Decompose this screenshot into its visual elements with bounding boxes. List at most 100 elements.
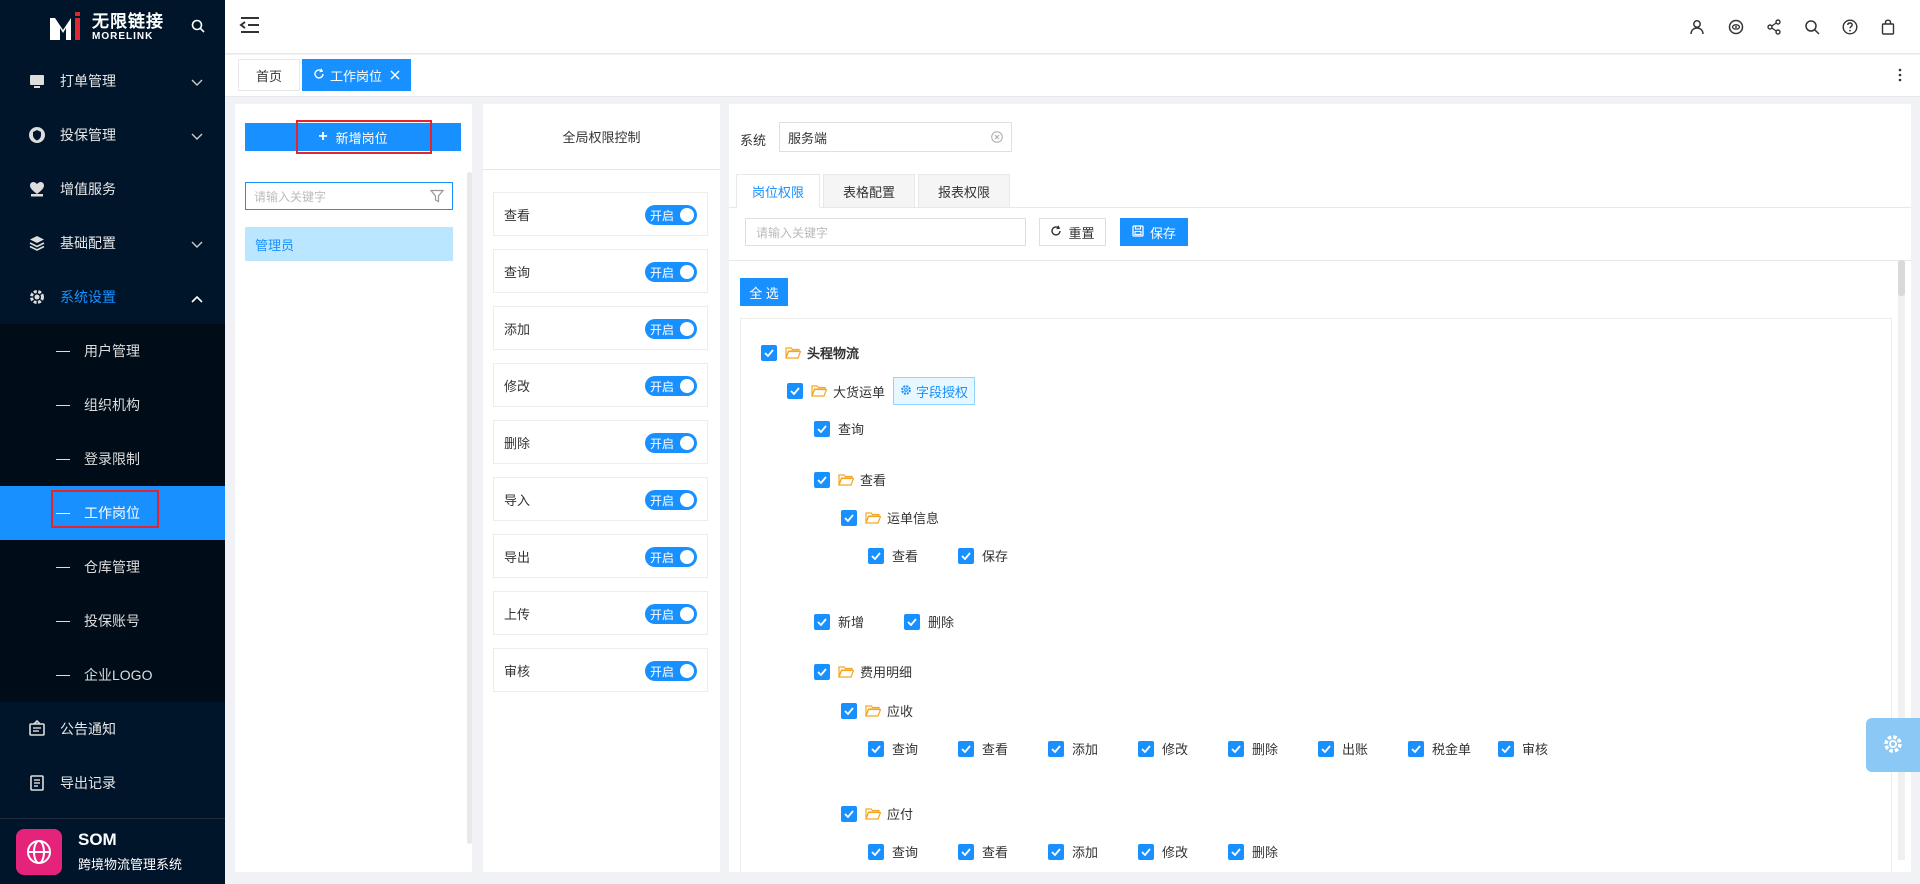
permission-toggle[interactable]: 开启	[645, 547, 697, 567]
help-icon[interactable]	[1840, 17, 1860, 37]
settings-float-button[interactable]	[1866, 718, 1920, 772]
tree-node-receivable-op[interactable]: 查询	[868, 739, 918, 758]
tab-position-permissions[interactable]: 岗位权限	[736, 174, 820, 208]
sidebar-subitem-positions[interactable]: 工作岗位	[0, 486, 225, 540]
checkbox-checked-icon[interactable]	[841, 509, 857, 526]
tree-node-receivable[interactable]: 应收	[841, 701, 913, 720]
user-switch-icon[interactable]	[1688, 17, 1708, 37]
tree-node-order[interactable]: 大货运单 字段授权	[787, 377, 976, 405]
checkbox-checked-icon[interactable]	[868, 740, 884, 757]
permission-toggle[interactable]: 开启	[645, 205, 697, 225]
tree-node-payable-op[interactable]: 查询	[868, 842, 918, 861]
sidebar-subitem-warehouse[interactable]: 仓库管理	[0, 540, 225, 594]
sidebar-item-print-orders[interactable]: 打单管理	[0, 54, 225, 108]
checkbox-checked-icon[interactable]	[958, 547, 974, 564]
sidebar-subitem-users[interactable]: 用户管理	[0, 324, 225, 378]
tree-node-receivable-op[interactable]: 出账	[1318, 739, 1368, 758]
sidebar-item-notices[interactable]: 公告通知	[0, 702, 225, 756]
tree-node-payable-op[interactable]: 添加	[1048, 842, 1098, 861]
sidebar-subitem-org[interactable]: 组织机构	[0, 378, 225, 432]
permission-toggle[interactable]: 开启	[645, 433, 697, 453]
search-icon[interactable]	[1802, 17, 1822, 37]
tree-node-receivable-op[interactable]: 删除	[1228, 739, 1278, 758]
checkbox-checked-icon[interactable]	[761, 344, 777, 361]
checkbox-checked-icon[interactable]	[814, 663, 830, 680]
tree-node-payable[interactable]: 应付	[841, 804, 913, 823]
permission-toggle[interactable]: 开启	[645, 604, 697, 624]
search-icon[interactable]	[191, 19, 205, 36]
tree-node-wi-save[interactable]: 保存	[958, 546, 1008, 565]
tree-node-delete[interactable]: 删除	[904, 612, 954, 631]
tree-node-view[interactable]: 查看	[814, 470, 886, 489]
select-all-button[interactable]: 全 选	[740, 278, 788, 306]
keyword-input[interactable]: 请输入关键字	[745, 218, 1026, 246]
permission-toggle[interactable]: 开启	[645, 376, 697, 396]
checkbox-checked-icon[interactable]	[1228, 740, 1244, 757]
tree-node-waybill-info[interactable]: 运单信息	[841, 508, 939, 527]
checkbox-checked-icon[interactable]	[1228, 843, 1244, 860]
bag-icon[interactable]	[1878, 17, 1898, 37]
tab-table-config[interactable]: 表格配置	[823, 174, 915, 208]
sidebar-subitem-insurance-account[interactable]: 投保账号	[0, 594, 225, 648]
checkbox-checked-icon[interactable]	[814, 420, 830, 437]
tab-positions[interactable]: 工作岗位	[302, 59, 412, 91]
tree-node-fee-detail[interactable]: 费用明细	[814, 662, 912, 681]
sidebar-item-value-added[interactable]: 增值服务	[0, 162, 225, 216]
scrollbar[interactable]	[467, 172, 472, 844]
checkbox-checked-icon[interactable]	[1048, 843, 1064, 860]
permission-toggle[interactable]: 开启	[645, 319, 697, 339]
checkbox-checked-icon[interactable]	[958, 740, 974, 757]
position-search-input[interactable]: 请输入关键字	[245, 182, 453, 210]
system-select[interactable]: 服务端	[779, 122, 1012, 152]
close-icon[interactable]	[390, 68, 400, 83]
permission-toggle[interactable]: 开启	[645, 661, 697, 681]
checkbox-checked-icon[interactable]	[787, 383, 803, 399]
permission-toggle[interactable]: 开启	[645, 262, 697, 282]
tree-node-payable-op[interactable]: 查看	[958, 842, 1008, 861]
tree-node-receivable-op[interactable]: 添加	[1048, 739, 1098, 758]
checkbox-checked-icon[interactable]	[1408, 740, 1424, 757]
preview-icon[interactable]	[1726, 17, 1746, 37]
tree-node-add[interactable]: 新增	[814, 612, 864, 631]
list-item[interactable]: 管理员	[245, 227, 453, 261]
checkbox-checked-icon[interactable]	[904, 613, 920, 630]
checkbox-checked-icon[interactable]	[1048, 740, 1064, 757]
sidebar-item-export-records[interactable]: 导出记录	[0, 756, 225, 810]
checkbox-checked-icon[interactable]	[841, 702, 857, 719]
tree-node-receivable-op[interactable]: 查看	[958, 739, 1008, 758]
checkbox-checked-icon[interactable]	[814, 613, 830, 630]
checkbox-checked-icon[interactable]	[814, 471, 830, 488]
checkbox-checked-icon[interactable]	[1318, 740, 1334, 757]
sidebar-item-system-settings[interactable]: 系统设置	[0, 270, 225, 324]
permission-toggle[interactable]: 开启	[645, 490, 697, 510]
checkbox-checked-icon[interactable]	[1498, 740, 1514, 757]
tree-node-wi-view[interactable]: 查看	[868, 546, 918, 565]
checkbox-checked-icon[interactable]	[958, 843, 974, 860]
clear-icon[interactable]	[991, 131, 1003, 146]
tree-node-receivable-op[interactable]: 修改	[1138, 739, 1188, 758]
tree-node-query[interactable]: 查询	[814, 419, 864, 438]
menu-collapse-icon[interactable]	[239, 15, 261, 38]
checkbox-checked-icon[interactable]	[868, 843, 884, 860]
checkbox-checked-icon[interactable]	[841, 805, 857, 822]
save-button[interactable]: 保存	[1120, 218, 1188, 246]
checkbox-checked-icon[interactable]	[1138, 843, 1154, 860]
filter-icon[interactable]	[429, 189, 445, 206]
sidebar-item-insurance[interactable]: 投保管理	[0, 108, 225, 162]
refresh-icon[interactable]	[313, 68, 325, 83]
tab-report-permissions[interactable]: 报表权限	[918, 174, 1010, 208]
sidebar-subitem-login-limit[interactable]: 登录限制	[0, 432, 225, 486]
more-vertical-icon[interactable]	[1898, 68, 1902, 85]
tree-node-payable-op[interactable]: 修改	[1138, 842, 1188, 861]
tree-node-payable-op[interactable]: 删除	[1228, 842, 1278, 861]
checkbox-checked-icon[interactable]	[868, 547, 884, 564]
sidebar-subitem-logo[interactable]: 企业LOGO	[0, 648, 225, 702]
share-icon[interactable]	[1764, 17, 1784, 37]
sidebar-item-base-config[interactable]: 基础配置	[0, 216, 225, 270]
tree-node-receivable-op[interactable]: 审核	[1498, 739, 1548, 758]
field-auth-button[interactable]: 字段授权	[893, 377, 976, 405]
reset-button[interactable]: 重置	[1039, 218, 1106, 246]
tree-node-receivable-op[interactable]: 税金单	[1408, 739, 1471, 758]
checkbox-checked-icon[interactable]	[1138, 740, 1154, 757]
scrollbar-thumb[interactable]	[1898, 260, 1905, 296]
